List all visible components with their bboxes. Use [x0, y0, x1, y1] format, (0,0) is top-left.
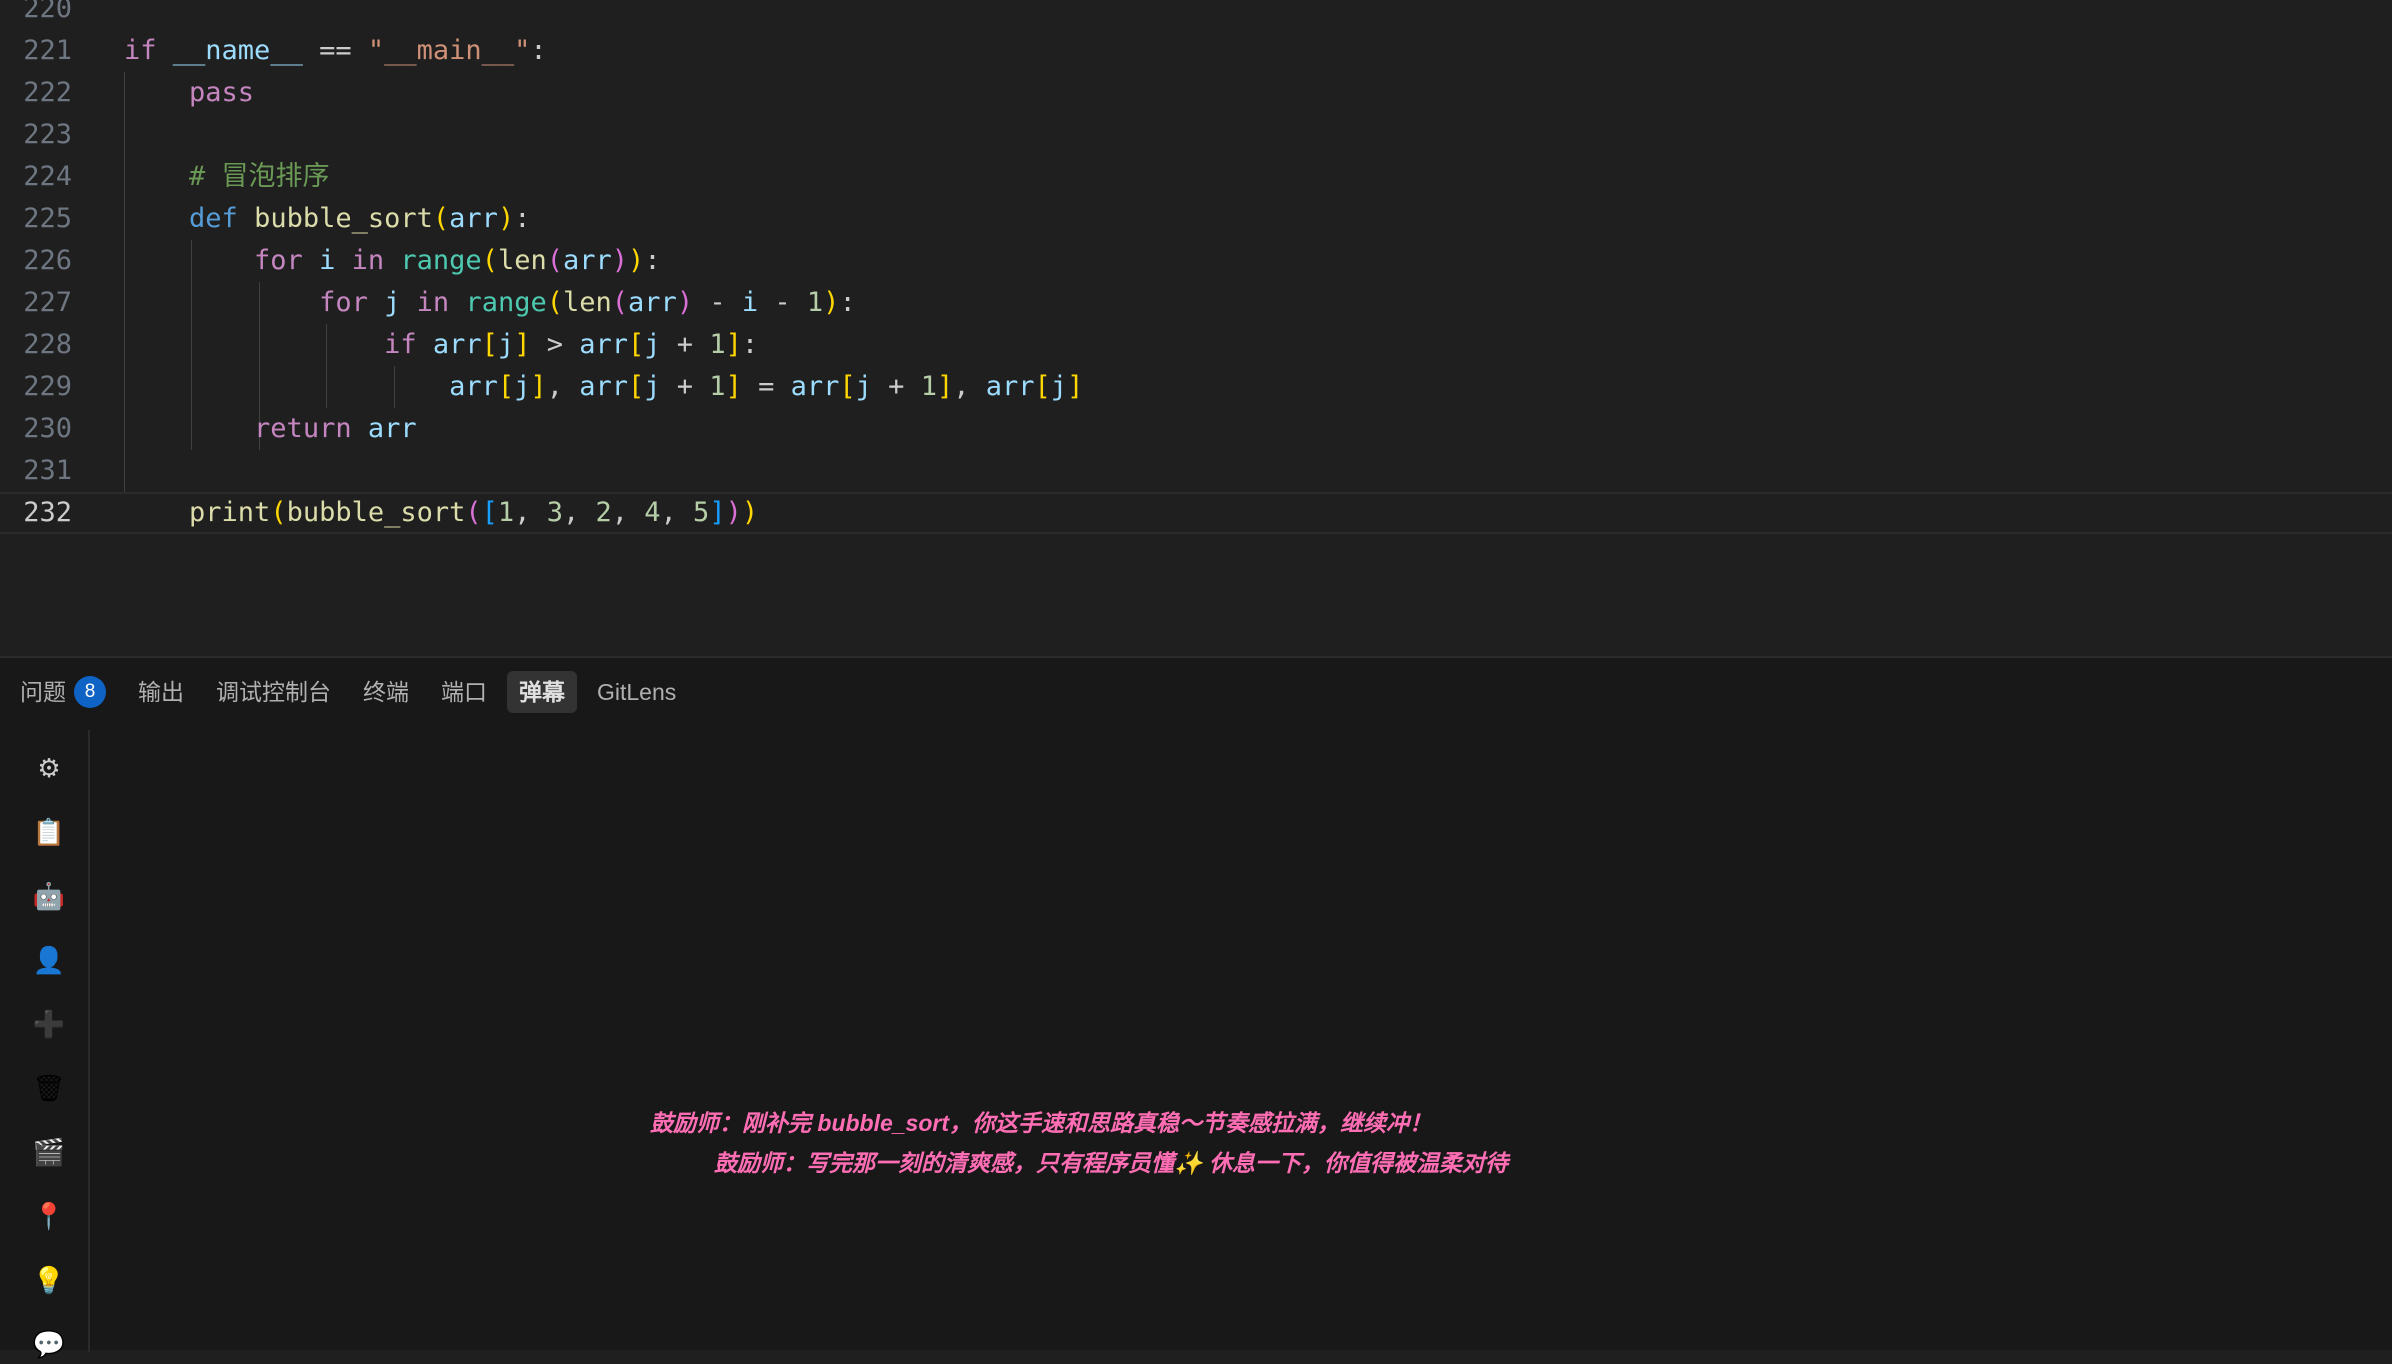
panel-tab-bar: 问题 8 输出 调试控制台 终端 端口 弹幕 GitLens: [0, 670, 688, 714]
code-text: return arr: [254, 413, 417, 444]
code-editor[interactable]: 220 221 if __name__ == "__main__": 222 p…: [0, 0, 2392, 656]
tab-terminal[interactable]: 终端: [351, 671, 421, 713]
danmaku-area: 鼓励师：刚补完 bubble_sort，你这手速和思路真稳～节奏感拉满，继续冲！…: [92, 730, 2392, 1352]
line-number: 221: [23, 35, 72, 66]
danmaku-message: 鼓励师：写完那一刻的清爽感，只有程序员懂✨ 休息一下，你值得被温柔对待: [714, 1150, 1509, 1176]
user-icon[interactable]: 👤: [24, 940, 74, 980]
code-text: arr[j], arr[j + 1] = arr[j + 1], arr[j]: [449, 371, 1084, 402]
code-text: if arr[j] > arr[j + 1]:: [384, 329, 759, 360]
line-number: 224: [23, 161, 72, 192]
plus-icon[interactable]: ➕: [24, 1004, 74, 1044]
line-number: 229: [23, 371, 72, 402]
gear-icon[interactable]: ⚙: [24, 748, 74, 788]
line-number: 220: [23, 0, 72, 24]
tab-label: 端口: [441, 679, 487, 705]
robot-icon[interactable]: 🤖: [24, 876, 74, 916]
tab-label: 问题: [20, 679, 66, 705]
tab-label: GitLens: [597, 679, 677, 705]
tab-ports[interactable]: 端口: [429, 671, 499, 713]
code-text: # 冒泡排序: [189, 161, 330, 192]
code-text: def bubble_sort(arr):: [189, 203, 531, 234]
line-number: 223: [23, 119, 72, 150]
danmaku-message: 鼓励师：刚补完 bubble_sort，你这手速和思路真稳～节奏感拉满，继续冲！: [650, 1110, 1433, 1136]
line-number: 225: [23, 203, 72, 234]
clapperboard-icon[interactable]: 🎬: [24, 1132, 74, 1172]
tab-label: 终端: [363, 679, 409, 705]
bottom-panel: 问题 8 输出 调试控制台 终端 端口 弹幕 GitLens ⚙ 📋 🤖 👤 ➕…: [0, 656, 2392, 1359]
lightbulb-icon[interactable]: 💡: [24, 1260, 74, 1300]
clipboard-icon[interactable]: 📋: [24, 812, 74, 852]
code-line[interactable]: 221 if __name__ == "__main__":: [0, 30, 2392, 72]
line-number: 231: [23, 455, 72, 486]
code-line[interactable]: 224 # 冒泡排序: [0, 156, 2392, 198]
pin-icon[interactable]: 📍: [24, 1196, 74, 1236]
tab-danmaku[interactable]: 弹幕: [507, 671, 577, 713]
tab-debug-console[interactable]: 调试控制台: [204, 671, 343, 713]
code-line[interactable]: 226 for i in range(len(arr)):: [0, 240, 2392, 282]
tab-label: 输出: [138, 679, 184, 705]
problems-count-badge: 8: [74, 676, 106, 708]
code-line-current[interactable]: 232 print(bubble_sort([1, 3, 2, 4, 5])): [0, 492, 2392, 534]
trash-icon[interactable]: 🗑: [24, 1068, 74, 1108]
code-line[interactable]: 225 def bubble_sort(arr):: [0, 198, 2392, 240]
code-line[interactable]: 223: [0, 114, 2392, 156]
code-line[interactable]: 229 arr[j], arr[j + 1] = arr[j + 1], arr…: [0, 366, 2392, 408]
tab-label: 弹幕: [519, 679, 565, 705]
line-number: 222: [23, 77, 72, 108]
code-line[interactable]: 220: [0, 0, 2392, 30]
code-line[interactable]: 222 pass: [0, 72, 2392, 114]
code-line[interactable]: 231: [0, 450, 2392, 492]
tab-label: 调试控制台: [216, 679, 331, 705]
code-text: for i in range(len(arr)):: [254, 245, 661, 276]
danmaku-toolbar: ⚙ 📋 🤖 👤 ➕ 🗑 🎬 📍 💡 💬: [0, 730, 90, 1359]
line-number: 226: [23, 245, 72, 276]
code-text: for j in range(len(arr) - i - 1):: [319, 287, 856, 318]
line-number: 227: [23, 287, 72, 318]
code-line[interactable]: 228 if arr[j] > arr[j + 1]:: [0, 324, 2392, 366]
chat-icon[interactable]: 💬: [24, 1324, 74, 1364]
code-text: print(bubble_sort([1, 3, 2, 4, 5])): [189, 497, 759, 528]
line-number: 232: [23, 497, 72, 528]
code-line[interactable]: 227 for j in range(len(arr) - i - 1):: [0, 282, 2392, 324]
code-text: if __name__ == "__main__":: [124, 35, 547, 66]
tab-gitlens[interactable]: GitLens: [585, 671, 688, 713]
code-text: pass: [189, 77, 255, 108]
code-line[interactable]: 230 return arr: [0, 408, 2392, 450]
tab-output[interactable]: 输出: [126, 671, 196, 713]
line-number: 228: [23, 329, 72, 360]
line-number: 230: [23, 413, 72, 444]
tab-problems[interactable]: 问题 8: [8, 671, 118, 713]
